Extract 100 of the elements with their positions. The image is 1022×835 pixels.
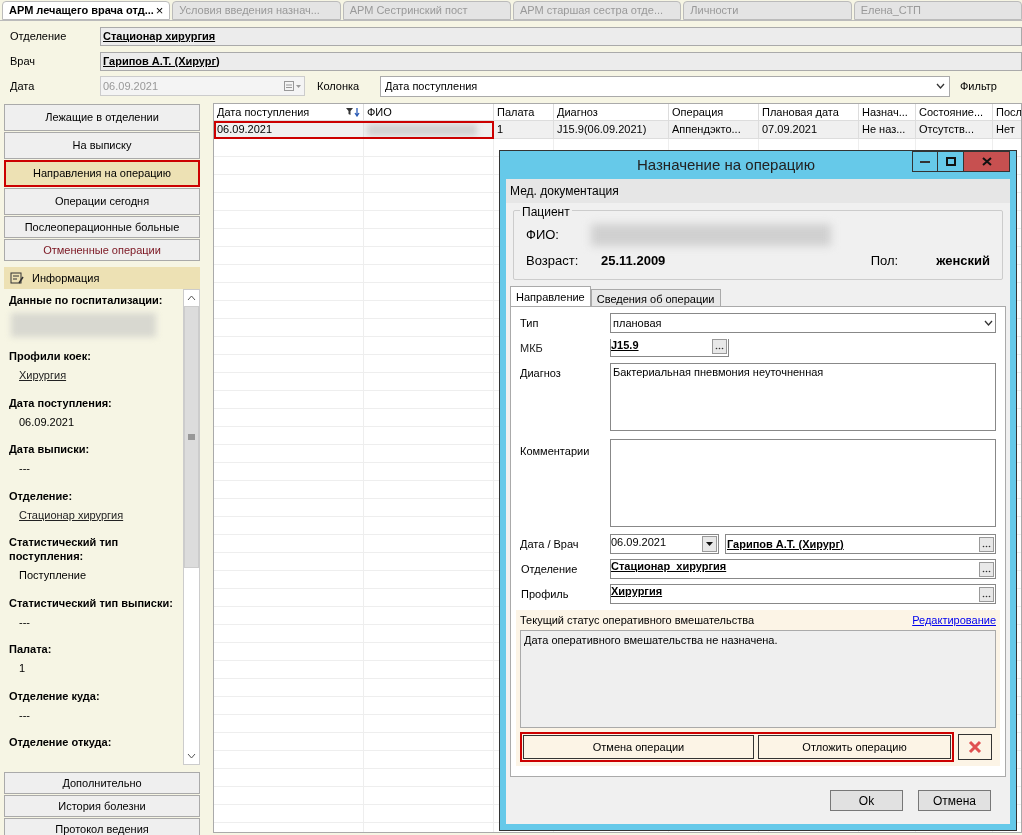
minimize-button[interactable] [912,151,938,172]
tab[interactable]: Направление [510,286,591,306]
action-button[interactable]: Отложить операцию [758,735,951,759]
close-icon[interactable]: × [155,0,164,21]
panel-title: Информация [32,270,100,286]
department-field[interactable]: Стационар хирургия [100,26,1022,46]
close-icon [981,157,992,166]
field-label: Тип [520,315,540,331]
lookup-button[interactable] [979,536,994,552]
info-value: --- [19,614,31,630]
info-label: Дата поступления: [9,395,113,410]
edit-link[interactable]: Редактирование [912,611,996,629]
info-link[interactable]: Стационар хирургия [19,506,124,523]
info-label: Дата выписки: [9,442,91,456]
lookup-button[interactable] [979,586,994,602]
info-link[interactable]: Хирургия [19,367,67,384]
status-field: Дата оперативного вмешательства не назначена. [520,630,996,728]
grip-icon [188,434,195,440]
info-value: --- [19,707,31,723]
lookup-button[interactable] [979,561,994,577]
ellipsis-icon [982,594,991,598]
column-header[interactable]: Операция [672,104,724,121]
nav-button[interactable]: На выписку [4,132,200,159]
column-dropdown[interactable]: Дата поступления [380,75,950,97]
lookup-button[interactable] [712,339,727,354]
caret-down-icon [706,542,713,546]
nav-button[interactable]: Операции сегодня [4,188,200,215]
date-field[interactable]: 06.09.2021 [610,534,719,554]
department-field[interactable]: Стационар хирургия [610,559,996,579]
info-value: 1 [19,661,27,676]
ok-button[interactable]: Ok [830,790,903,811]
nav-button[interactable]: Лежащие в отделении [4,104,200,131]
info-value: 06.09.2021 [19,414,76,430]
status-label: Текущий статус оперативного вмешательства [520,612,755,628]
nav-button[interactable]: Направления на операцию [4,160,200,187]
maximize-icon [945,157,956,166]
chevron-up-icon [187,295,196,301]
notepad-icon [10,272,24,284]
info-label: Данные по госпитализации: [9,293,164,307]
diagnosis-field[interactable]: Бактериальная пневмония неуточненная [610,363,996,431]
minimize-icon [920,160,930,163]
table-cell-text: Не наз... [862,122,906,138]
icd-field[interactable]: J15.9 [610,339,729,357]
menu-bar[interactable]: Мед. документация [506,179,1010,203]
dropdown-button[interactable] [702,536,717,552]
field-label: Дата [9,78,36,94]
chevron-down-icon [187,753,196,759]
age-value: 25.11.2009 [601,252,666,271]
chevron-down-icon [984,320,993,326]
info-label: Статистический тип поступления: [9,535,120,563]
close-button[interactable] [964,151,1010,172]
field-label: ФИО: [526,226,560,245]
nav-button[interactable]: Послеоперационные больные [4,216,200,238]
ellipsis-icon [982,544,991,548]
column-header[interactable]: Посл [996,104,1021,121]
table-cell-text: Нет [996,122,1015,138]
field-label: Пол: [870,252,899,271]
nav-button[interactable]: Дополнительно [4,772,200,794]
delete-button[interactable] [958,734,992,760]
table-cell-text: 1 [497,122,504,138]
field-label: Отделение [9,28,68,44]
doctor-field[interactable]: Гарипов А.Т. (Хирург) [725,534,996,554]
table-cell-text: 07.09.2021 [762,122,818,138]
type-dropdown[interactable]: плановая [610,313,996,333]
column-header[interactable]: Палата [497,104,535,121]
info-label: Отделение: [9,488,74,503]
column-header[interactable]: Дата поступления [217,104,310,121]
field-label: Колонка [317,78,361,94]
nav-button[interactable]: Протокол ведения [4,818,200,835]
sort-filter-icon[interactable] [346,107,360,117]
sex-value: женский [936,252,990,271]
table-cell-text: Отсутств... [919,122,974,138]
info-label: Статистический тип выписки: [9,595,174,610]
nav-button[interactable]: История болезни [4,795,200,817]
info-label: Профили коек: [9,349,92,363]
doctor-field[interactable]: Гарипов А.Т. (Хирург) [100,51,1022,71]
comments-field[interactable] [610,439,996,527]
tab[interactable]: Сведения об операции [590,289,721,306]
tab[interactable]: АРМ лечащего врача отд...× [2,1,171,20]
chevron-down-icon [936,83,945,89]
profile-field[interactable]: Хирургия [610,584,996,604]
cancel-button[interactable]: Отмена [918,790,991,811]
column-header[interactable]: ФИО [367,104,392,121]
field-label: Дата / Врач [520,536,580,552]
field-label: Фильтр [960,78,997,94]
column-header[interactable]: Плановая дата [762,104,839,121]
field-label: Отделение [520,561,579,577]
column-header[interactable]: Состояние... [919,104,984,121]
info-label: Отделение откуда: [9,735,113,749]
nav-button[interactable]: Отмененные операции [4,239,200,261]
field-label: Диагноз [520,366,562,381]
action-button[interactable]: Отмена операции [523,735,754,759]
column-header[interactable]: Назнач... [862,104,908,121]
info-label: Палата: [9,642,53,656]
scrollbar[interactable] [183,289,200,765]
column-header[interactable]: Диагноз [557,104,598,121]
info-value: --- [19,461,31,476]
ellipsis-icon [715,347,724,350]
info-value: Поступление [19,568,87,583]
table-cell-text: J15.9(06.09.2021) [557,122,647,138]
